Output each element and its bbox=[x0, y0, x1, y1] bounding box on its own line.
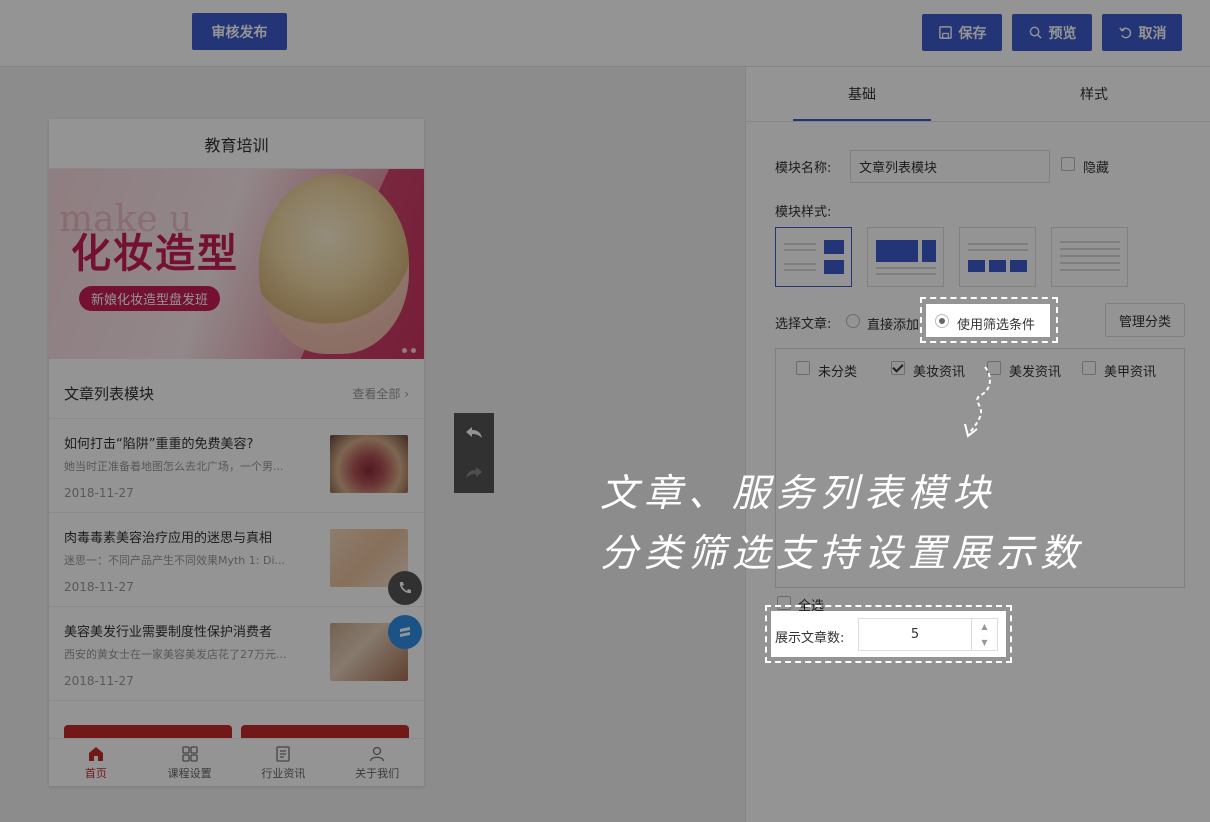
tab-home[interactable]: 首页 bbox=[49, 739, 143, 786]
use-filter-dashed-frame bbox=[920, 297, 1058, 343]
style-list-thumb-right-icon bbox=[784, 240, 844, 274]
show-count-dashed-frame bbox=[765, 605, 1012, 663]
direct-add-label: 直接添加 bbox=[867, 318, 920, 333]
article-item[interactable]: 肉毒毒素美容治疗应用的迷思与真相 迷思一：不同产品产生不同效果Myth 1: D… bbox=[49, 513, 424, 607]
manage-category-label: 管理分类 bbox=[1118, 314, 1171, 330]
style-option-1[interactable] bbox=[775, 227, 852, 287]
style-big-image-icon bbox=[876, 240, 936, 275]
category-label: 未分类 bbox=[818, 365, 858, 380]
article-desc: 迷思一：不同产品产生不同效果Myth 1: Di... bbox=[64, 554, 285, 567]
style-option-4[interactable] bbox=[1051, 227, 1128, 287]
tab-label: 行业资讯 bbox=[261, 766, 306, 780]
phone-title: 教育培训 bbox=[49, 119, 424, 169]
direct-add-radio[interactable] bbox=[846, 314, 860, 328]
view-all-label: 查看全部 bbox=[352, 387, 401, 401]
tab-basic[interactable]: 基础 bbox=[746, 67, 978, 121]
search-icon bbox=[1029, 26, 1042, 39]
phone-icon bbox=[399, 582, 411, 594]
annotation-line-1: 文章、服务列表模块 bbox=[600, 471, 997, 515]
home-icon bbox=[88, 746, 103, 761]
style-three-images-icon bbox=[968, 243, 1028, 272]
user-icon bbox=[369, 746, 385, 761]
service-icon bbox=[400, 627, 410, 637]
publish-button[interactable]: 审核发布 bbox=[192, 13, 287, 50]
style-text-only-icon bbox=[1060, 241, 1120, 271]
style-option-2[interactable] bbox=[867, 227, 944, 287]
phone-call-button[interactable] bbox=[388, 571, 422, 605]
service-button[interactable] bbox=[388, 615, 422, 649]
tab-label: 课程设置 bbox=[167, 766, 212, 780]
article-desc: 她当时正准备着地图怎么去北广场，一个男... bbox=[64, 460, 284, 473]
hide-checkbox[interactable] bbox=[1061, 157, 1075, 171]
top-toolbar: 审核发布 保存 预览 取消 bbox=[0, 0, 1210, 67]
tab-label: 关于我们 bbox=[355, 766, 400, 780]
article-title: 美容美发行业需要制度性保护消费者 bbox=[64, 625, 273, 640]
article-module-header: 文章列表模块 查看全部 › bbox=[49, 369, 424, 419]
panel-tabs: 基础 样式 bbox=[746, 67, 1210, 122]
category-checkbox[interactable] bbox=[891, 361, 905, 375]
view-all-link[interactable]: 查看全部 › bbox=[352, 385, 409, 402]
undo-redo-toolbar bbox=[454, 413, 494, 493]
article-title: 肉毒毒素美容治疗应用的迷思与真相 bbox=[64, 531, 273, 546]
bottom-tabbar: 首页 课程设置 行业资讯 关于我们 bbox=[49, 738, 424, 786]
manage-category-button[interactable]: 管理分类 bbox=[1105, 303, 1185, 337]
publish-label: 审核发布 bbox=[211, 24, 268, 41]
module-style-label: 模块样式: bbox=[775, 205, 832, 220]
save-label: 保存 bbox=[958, 25, 987, 42]
article-date: 2018-11-27 bbox=[64, 486, 134, 500]
module-name-label: 模块名称: bbox=[775, 161, 832, 176]
module-name-input[interactable]: 文章列表模块 bbox=[850, 150, 1050, 183]
save-button[interactable]: 保存 bbox=[922, 14, 1002, 51]
banner-model-image bbox=[259, 174, 409, 354]
article-thumbnail bbox=[330, 435, 408, 493]
undo-button[interactable] bbox=[454, 413, 494, 453]
module-name-value: 文章列表模块 bbox=[859, 161, 938, 176]
banner-headline: 化妆造型 bbox=[71, 231, 239, 277]
cancel-button[interactable]: 取消 bbox=[1102, 14, 1182, 51]
category-checkbox[interactable] bbox=[796, 361, 810, 375]
tab-label: 首页 bbox=[84, 766, 107, 780]
banner-image[interactable]: make u 化妆造型 新娘化妆造型盘发班 bbox=[49, 169, 424, 359]
redo-arrow-icon bbox=[466, 467, 482, 478]
phone-preview: 教育培训 make u 化妆造型 新娘化妆造型盘发班 文章列表模块 查看全部 ›… bbox=[49, 119, 424, 786]
undo-icon bbox=[1118, 27, 1131, 39]
document-icon bbox=[276, 745, 291, 762]
article-item[interactable]: 美容美发行业需要制度性保护消费者 西安的黄女士在一家美容美发店花了27万元...… bbox=[49, 607, 424, 701]
grid-icon bbox=[181, 745, 198, 762]
tab-news[interactable]: 行业资讯 bbox=[237, 739, 331, 786]
chevron-right-icon: › bbox=[404, 387, 409, 401]
preview-label: 预览 bbox=[1048, 25, 1077, 42]
article-date: 2018-11-27 bbox=[64, 580, 134, 594]
undo-arrow-icon bbox=[466, 427, 482, 438]
preview-button[interactable]: 预览 bbox=[1012, 14, 1092, 51]
module-title: 文章列表模块 bbox=[64, 385, 155, 403]
tab-courses[interactable]: 课程设置 bbox=[143, 739, 237, 786]
tab-about[interactable]: 关于我们 bbox=[330, 739, 424, 786]
hide-label: 隐藏 bbox=[1083, 161, 1110, 176]
banner-dots bbox=[402, 348, 416, 353]
style-option-3[interactable] bbox=[959, 227, 1036, 287]
category-checkbox[interactable] bbox=[1082, 361, 1096, 375]
banner-pill: 新娘化妆造型盘发班 bbox=[79, 286, 221, 311]
tab-style[interactable]: 样式 bbox=[978, 67, 1210, 121]
cancel-label: 取消 bbox=[1138, 25, 1167, 42]
category-label: 美甲资讯 bbox=[1104, 365, 1157, 380]
annotation-arrow-icon bbox=[964, 366, 991, 438]
annotation-line-2: 分类筛选支持设置展示数 bbox=[600, 531, 1085, 575]
article-desc: 西安的黄女士在一家美容美发店花了27万元... bbox=[64, 648, 287, 661]
article-title: 如何打击“陷阱”重重的免费美容? bbox=[64, 437, 254, 452]
article-item[interactable]: 如何打击“陷阱”重重的免费美容? 她当时正准备着地图怎么去北广场，一个男... … bbox=[49, 419, 424, 513]
save-icon bbox=[938, 26, 952, 39]
select-article-label: 选择文章: bbox=[775, 317, 832, 332]
category-label: 美发资讯 bbox=[1009, 365, 1062, 380]
redo-button[interactable] bbox=[454, 453, 494, 493]
article-date: 2018-11-27 bbox=[64, 674, 134, 688]
